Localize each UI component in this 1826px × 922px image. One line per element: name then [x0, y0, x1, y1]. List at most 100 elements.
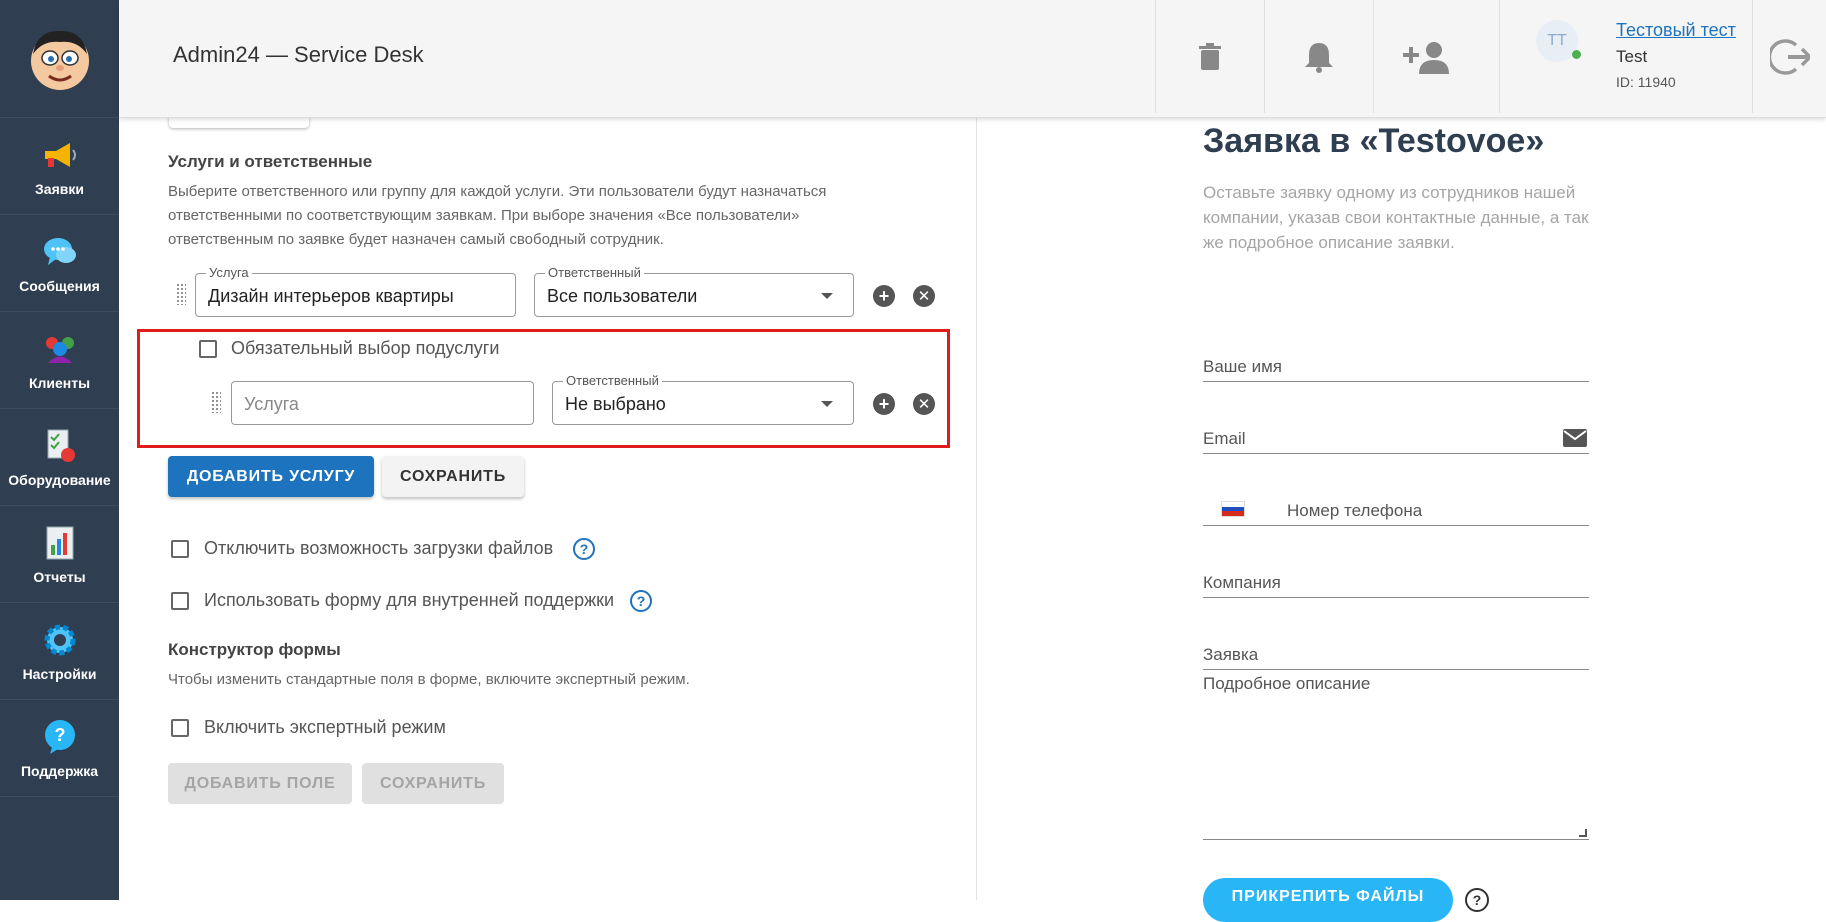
remove-service-button[interactable]: ✕ [913, 285, 935, 307]
form-preview: Заявка в «Testovoe» Оставьте заявку одно… [977, 118, 1826, 922]
services-title: Услуги и ответственные [168, 152, 373, 171]
bell-icon [1305, 42, 1333, 73]
responsible-select-value: Все пользователи [547, 286, 698, 306]
sidebar-item-requests[interactable]: Заявки [0, 118, 119, 215]
service-field-value: Дизайн интерьеров квартиры [208, 286, 454, 306]
subservice-required-checkbox[interactable] [199, 340, 217, 358]
add-subservice-button[interactable]: + [873, 393, 895, 415]
settings-panel: Услуги и ответственные Выберите ответств… [119, 108, 976, 900]
resize-handle-icon[interactable] [1579, 829, 1587, 837]
notifications-button[interactable] [1264, 0, 1373, 113]
svg-text:?: ? [54, 725, 65, 745]
help-icon[interactable]: ? [1465, 888, 1489, 912]
responsible-select-label: Ответственный [563, 373, 662, 388]
details-textarea-label: Подробное описание [1203, 674, 1371, 693]
plus-icon: + [878, 286, 890, 306]
sidebar-item-label: Поддержка [20, 763, 99, 779]
save-form-button[interactable]: СОХРАНИТЬ [362, 763, 504, 804]
disable-files-label: Отключить возможность загрузки файлов [204, 538, 554, 558]
subservice-responsible-select[interactable]: Ответственный Не выбрано [552, 373, 854, 425]
email-input-label: Email [1203, 429, 1246, 448]
responsible-select-value: Не выбрано [565, 394, 666, 414]
form-constructor-title: Конструктор формы [168, 640, 341, 659]
request-input[interactable]: Заявка [1203, 640, 1589, 670]
chat-bubble-icon [40, 232, 80, 272]
add-subservice-button[interactable]: + [873, 285, 895, 307]
sidebar-item-label: Настройки [22, 666, 97, 682]
help-bubble-icon: ? [40, 717, 80, 757]
responsible-select-label: Ответственный [545, 265, 644, 280]
sidebar-item-label: Отчеты [33, 569, 86, 585]
sidebar-item-label: Сообщения [19, 278, 100, 294]
russia-flag-icon[interactable] [1221, 501, 1245, 517]
cartoon-face-logo-icon [30, 30, 89, 90]
subservice-required-label: Обязательный выбор подуслуги [231, 338, 500, 358]
envelope-icon [1563, 429, 1587, 447]
sidebar-item-support[interactable]: ? Поддержка [0, 700, 119, 797]
service-field[interactable]: Услуга Дизайн интерьеров квартиры [195, 265, 516, 317]
header: Admin24 — Service Desk ТТ Тестовый тест … [119, 0, 1826, 118]
name-input[interactable]: Ваше имя [1203, 352, 1589, 382]
internal-support-label: Использовать форму для внутренней поддер… [204, 590, 615, 610]
remove-subservice-button[interactable]: ✕ [913, 393, 935, 415]
add-user-button[interactable] [1373, 0, 1482, 113]
user-name: Test [1616, 47, 1648, 66]
request-input-label: Заявка [1203, 645, 1259, 664]
close-icon: ✕ [917, 287, 931, 305]
sidebar-item-reports[interactable]: Отчеты [0, 506, 119, 603]
preview-description: Оставьте заявку одному из сотрудников на… [1203, 183, 1589, 252]
trash-button[interactable] [1155, 0, 1264, 113]
online-status-indicator [1572, 50, 1581, 59]
logo[interactable] [0, 0, 119, 118]
disable-files-checkbox[interactable] [171, 540, 189, 558]
help-icon[interactable]: ? [630, 590, 652, 612]
expert-mode-checkbox[interactable] [171, 719, 189, 737]
user-profile-link[interactable]: Тестовый тест [1616, 20, 1736, 41]
details-textarea[interactable]: Подробное описание [1203, 674, 1589, 840]
report-chart-icon [40, 523, 80, 563]
email-input[interactable]: Email [1203, 424, 1589, 454]
drag-handle[interactable] [211, 391, 221, 413]
subservice-field[interactable]: Услуга [231, 381, 534, 425]
sidebar-item-label: Заявки [35, 181, 84, 197]
add-user-icon [1403, 41, 1449, 74]
service-field-label: Услуга [206, 265, 252, 280]
sidebar-item-messages[interactable]: Сообщения [0, 215, 119, 312]
internal-support-checkbox[interactable] [171, 592, 189, 610]
phone-input-label: Номер телефона [1287, 501, 1423, 520]
sidebar-item-label: Оборудование [8, 472, 111, 488]
clients-icon [40, 329, 80, 369]
close-icon: ✕ [917, 395, 931, 413]
add-service-button[interactable]: ДОБАВИТЬ УСЛУГУ [168, 456, 374, 497]
logout-button[interactable] [1752, 0, 1826, 113]
subservice-field-placeholder: Услуга [244, 394, 299, 414]
sidebar-item-label: Клиенты [28, 375, 91, 391]
sidebar: Заявки Сообщения Клиенты Оборудование От… [0, 0, 119, 900]
form-constructor-description: Чтобы изменить стандартные поля в форме,… [168, 671, 690, 688]
gear-icon [40, 620, 80, 660]
megaphone-icon [40, 135, 80, 175]
sidebar-item-settings[interactable]: Настройки [0, 603, 119, 700]
sidebar-item-clients[interactable]: Клиенты [0, 312, 119, 409]
save-services-button[interactable]: СОХРАНИТЬ [382, 456, 524, 497]
chevron-down-icon [821, 293, 833, 299]
sidebar-item-equipment[interactable]: Оборудование [0, 409, 119, 506]
name-input-label: Ваше имя [1203, 357, 1282, 376]
add-field-button[interactable]: ДОБАВИТЬ ПОЛЕ [168, 763, 352, 804]
help-icon[interactable]: ? [573, 538, 595, 560]
attach-files-button[interactable]: ПРИКРЕПИТЬ ФАЙЛЫ [1203, 878, 1453, 922]
company-input[interactable]: Компания [1203, 568, 1589, 598]
plus-icon: + [878, 394, 890, 414]
chevron-down-icon [821, 401, 833, 407]
drag-handle[interactable] [176, 283, 186, 305]
user-id: ID: 11940 [1616, 74, 1676, 90]
trash-icon [1199, 42, 1221, 70]
phone-input[interactable]: Номер телефона [1203, 496, 1589, 526]
preview-title: Заявка в «Testovoe» [1203, 122, 1545, 160]
services-description: Выберите ответственного или группу для к… [168, 183, 827, 248]
company-input-label: Компания [1203, 573, 1281, 592]
responsible-select[interactable]: Ответственный Все пользователи [534, 265, 854, 317]
expert-mode-label: Включить экспертный режим [204, 717, 446, 737]
app-title: Admin24 — Service Desk [173, 42, 424, 67]
logout-icon [1769, 38, 1810, 75]
